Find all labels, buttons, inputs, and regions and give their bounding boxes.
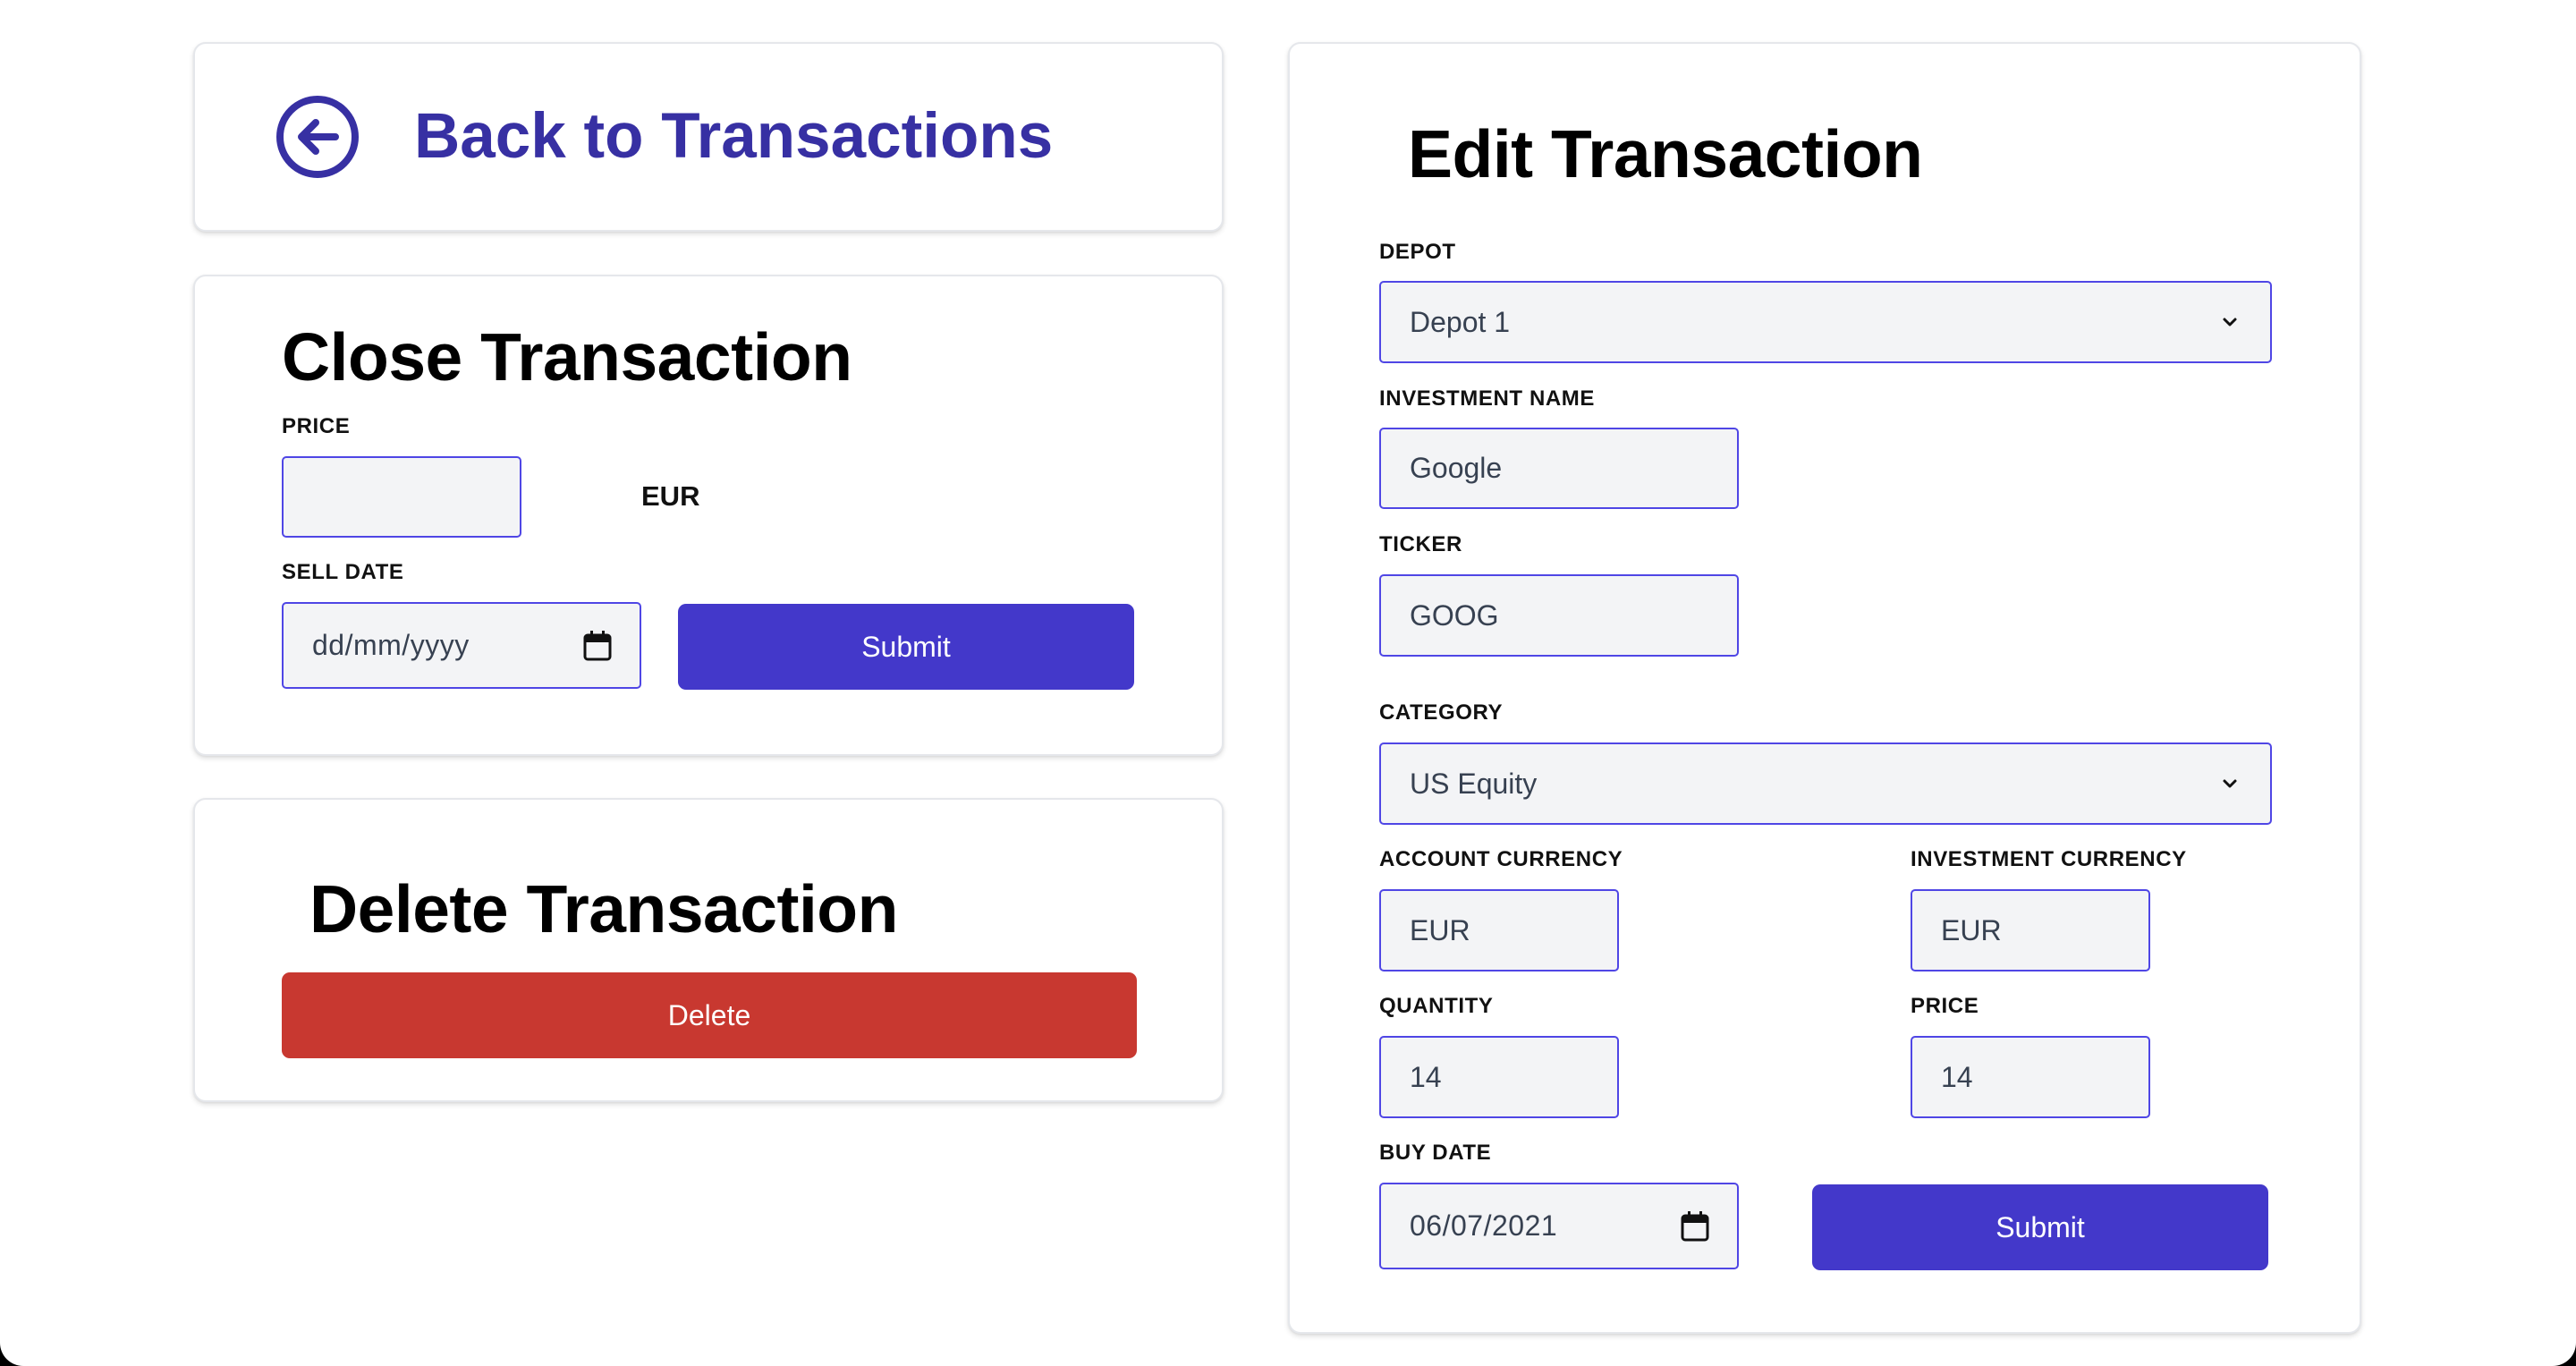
quantity-input[interactable] [1379, 1036, 1619, 1118]
close-price-label: PRICE [282, 414, 351, 438]
page: Back to Transactions Close Transaction P… [0, 0, 2576, 1366]
arrow-left-circle-icon [276, 96, 359, 178]
depot-label: DEPOT [1379, 240, 1456, 264]
buy-date-input[interactable]: 06/07/2021 [1379, 1183, 1739, 1269]
calendar-icon[interactable] [582, 630, 613, 662]
category-select-value: US Equity [1410, 767, 1538, 800]
edit-price-input[interactable] [1911, 1036, 2150, 1118]
account-currency-input[interactable] [1379, 889, 1619, 971]
investment-currency-label: INVESTMENT CURRENCY [1911, 847, 2187, 871]
close-price-input[interactable] [282, 456, 521, 538]
edit-price-label: PRICE [1911, 994, 1979, 1018]
ticker-input[interactable] [1379, 574, 1739, 657]
depot-select-value: Depot 1 [1410, 305, 1511, 338]
sell-date-placeholder: dd/mm/yyyy [312, 629, 470, 661]
edit-submit-button[interactable]: Submit [1812, 1184, 2268, 1270]
investment-currency-input[interactable] [1911, 889, 2150, 971]
sell-date-label: SELL DATE [282, 560, 404, 584]
sell-date-input[interactable]: dd/mm/yyyy [282, 602, 641, 689]
buy-date-label: BUY DATE [1379, 1141, 1492, 1165]
close-submit-button[interactable]: Submit [678, 604, 1134, 690]
back-link[interactable]: Back to Transactions [275, 94, 1053, 180]
close-transaction-card: Close Transaction PRICE EUR SELL DATE dd… [193, 275, 1224, 756]
edit-transaction-title: Edit Transaction [1408, 116, 1923, 191]
buy-date-value: 06/07/2021 [1410, 1209, 1558, 1242]
category-label: CATEGORY [1379, 700, 1504, 725]
investment-name-input[interactable] [1379, 428, 1739, 509]
delete-transaction-card: Delete Transaction Delete [193, 798, 1224, 1102]
account-currency-label: ACCOUNT CURRENCY [1379, 847, 1623, 871]
close-transaction-title: Close Transaction [282, 319, 852, 395]
edit-transaction-card: Edit Transaction DEPOT Depot 1 INVESTMEN… [1288, 42, 2361, 1334]
ticker-label: TICKER [1379, 532, 1462, 556]
back-card: Back to Transactions [193, 42, 1224, 232]
chevron-down-icon [2223, 318, 2237, 327]
calendar-icon[interactable] [1680, 1210, 1710, 1243]
investment-name-label: INVESTMENT NAME [1379, 386, 1596, 411]
category-select[interactable]: US Equity [1379, 742, 2272, 825]
delete-transaction-title: Delete Transaction [309, 871, 898, 946]
chevron-down-icon [2223, 779, 2237, 788]
back-link-label: Back to Transactions [414, 101, 1054, 172]
quantity-label: QUANTITY [1379, 994, 1494, 1018]
delete-button[interactable]: Delete [282, 972, 1137, 1058]
close-price-currency: EUR [641, 480, 700, 512]
depot-select[interactable]: Depot 1 [1379, 281, 2272, 363]
